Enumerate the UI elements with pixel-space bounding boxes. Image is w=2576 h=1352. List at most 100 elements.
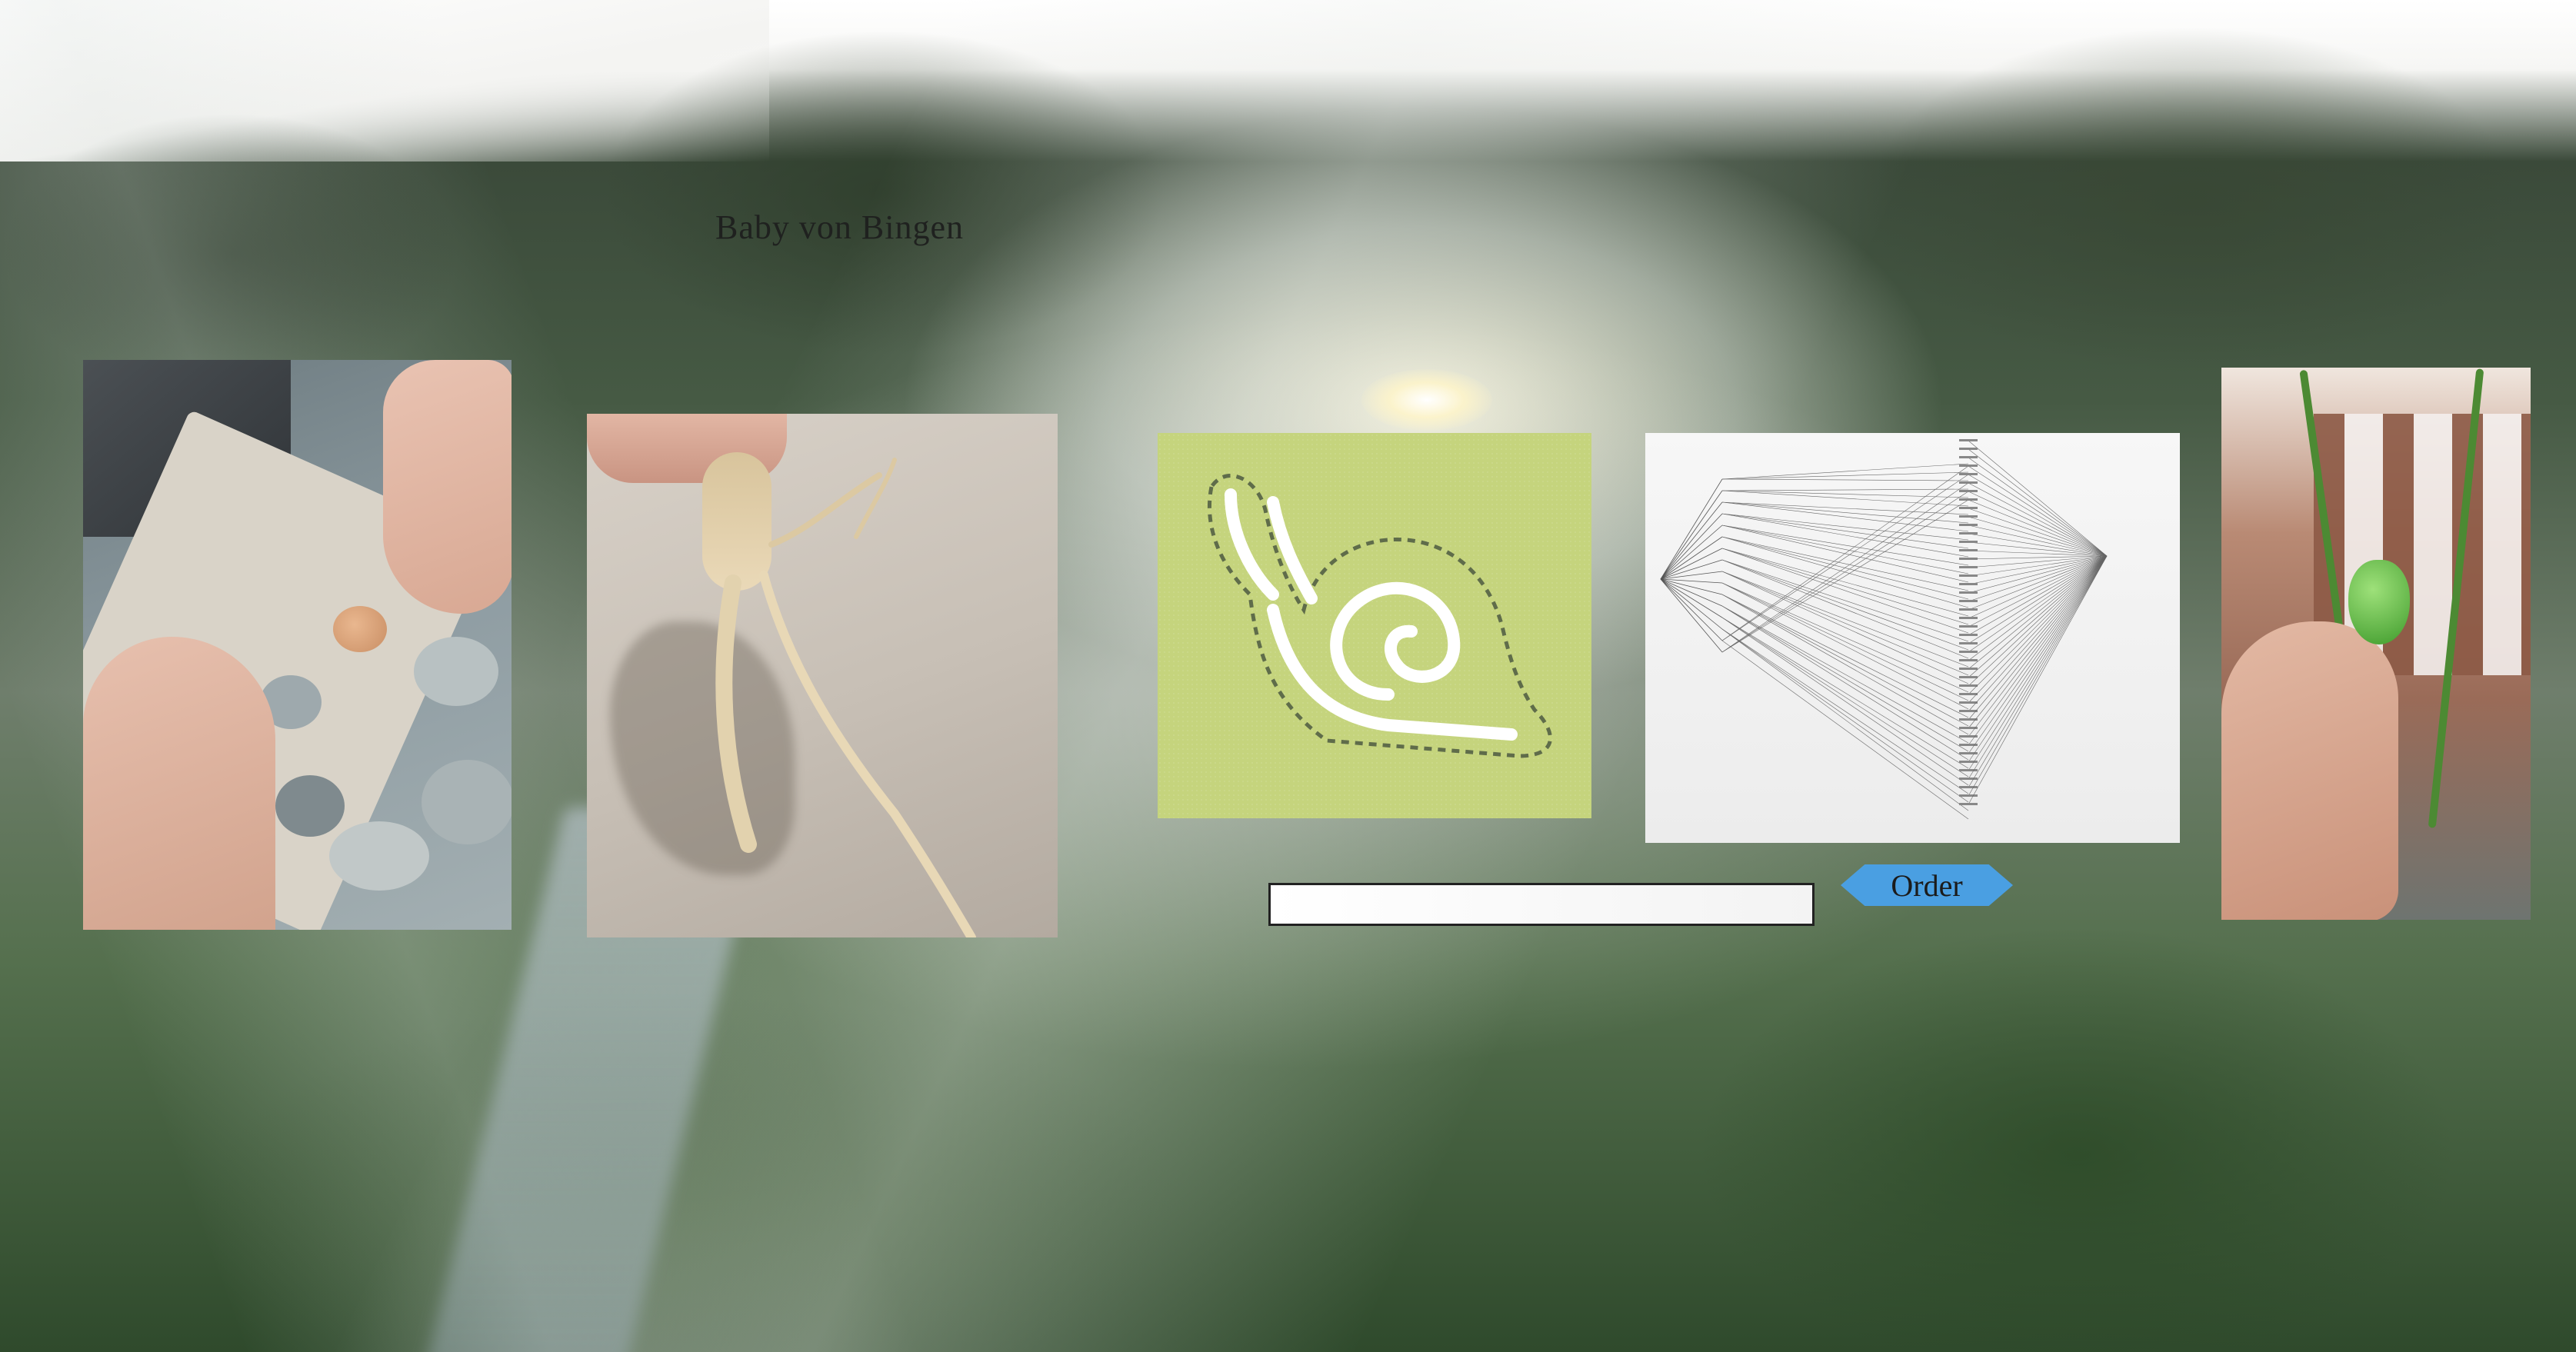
diagram-line [1721,488,1969,491]
diagram-node [1959,642,1978,644]
diagram-node [1959,541,1978,543]
diagram-line [1721,474,1969,641]
diagram-node [1959,549,1978,551]
diagram-line [1721,471,1969,480]
diagram-node [1959,600,1978,602]
diagram-line [1968,465,2108,557]
diagram-node [1959,439,1978,441]
diagram-line [1968,555,2108,695]
diagram-line [1721,617,1969,786]
hand-shape [383,360,512,614]
diagram-node [1959,625,1978,628]
diagram-line [1721,628,1969,803]
snail-patch-photo [1158,433,1591,818]
eggs-photo [83,360,512,930]
diagram-line [1968,555,2108,644]
diagram-node [1959,574,1978,577]
stone-shape [414,637,498,706]
diagram-line [1968,516,2108,557]
diagram-line [1721,490,1969,498]
diagram-node [1959,617,1978,619]
diagram-node [1959,676,1978,678]
diagram-line [1721,548,1969,617]
diagram-node [1959,465,1978,467]
diagram-line [1721,490,1969,507]
diagram-node [1959,490,1978,492]
diagram-line [1721,559,1969,651]
diagram-node [1959,634,1978,636]
diagram-line [1721,582,1969,693]
diagram-line [1721,513,1969,558]
hand-shape [2221,621,2398,920]
diagram-line [1968,440,2108,557]
diagram-node [1959,524,1978,526]
diagram-line [1660,578,1723,641]
diagram-node [1959,769,1978,771]
diagram-line [1660,478,1723,580]
diagram-line [1660,578,1723,584]
diagram-node [1959,710,1978,712]
diagram-line [1660,524,1723,580]
diagram-line [1968,499,2108,557]
background-sun-glare [1361,369,1492,431]
diagram-line [1968,555,2108,754]
diagram-line [1968,555,2108,602]
balcony-pepper-photo [2221,368,2531,920]
diagram-line [1968,555,2108,687]
diagram-line [1968,555,2108,788]
diagram-node [1959,515,1978,518]
diagram-line [1721,478,1969,481]
brown-egg-shape [333,606,387,652]
diagram-node [1959,507,1978,509]
order-input[interactable] [1268,883,1815,926]
diagram-line [1721,628,1969,811]
hand-shape [83,637,275,930]
site-title: Baby von Bingen [715,208,964,246]
diagram-line [1721,491,1969,653]
root-tendrils [715,458,976,937]
diagram-node [1959,591,1978,594]
diagram-line [1721,524,1969,583]
diagram-node [1959,651,1978,653]
diagram-line [1721,582,1969,710]
diagram-node [1959,566,1978,568]
diagram-line [1968,555,2108,771]
diagram-line [1721,617,1969,778]
diagram-node [1959,727,1978,729]
diagram-line [1721,559,1969,659]
diagram-line [1968,555,2108,704]
diagram-node [1959,693,1978,695]
diagram-node [1959,778,1978,780]
diagram-line [1660,490,1723,580]
diagram-line [1968,555,2108,797]
diagram-node [1959,498,1978,501]
diagram-line [1968,555,2108,712]
diagram-line [1721,571,1969,684]
stone-shape [329,821,429,891]
diagram-node [1959,481,1978,484]
diagram-node [1959,583,1978,585]
diagram-line [1721,617,1969,769]
diagram-line [1660,578,1723,607]
order-button[interactable]: Order [1841,864,2013,906]
diagram-line [1721,571,1969,668]
line-diagram [1660,439,2108,820]
diagram-line [1660,501,1723,580]
line-diagram-photo [1645,433,2180,843]
diagram-line [1721,548,1969,634]
diagram-line [1968,555,2108,805]
green-pepper-shape [2348,560,2410,644]
diagram-node [1959,794,1978,797]
diagram-line [1721,524,1969,574]
diagram-line [1660,578,1723,618]
diagram-line [1968,555,2108,628]
diagram-line [1968,491,2108,557]
diagram-line [1968,448,2108,557]
diagram-node [1959,701,1978,704]
diagram-node [1959,448,1978,450]
root-photo [587,414,1058,937]
diagram-line [1721,640,1969,820]
diagram-node [1959,668,1978,670]
diagram-line [1968,555,2108,636]
diagram-node [1959,473,1978,475]
